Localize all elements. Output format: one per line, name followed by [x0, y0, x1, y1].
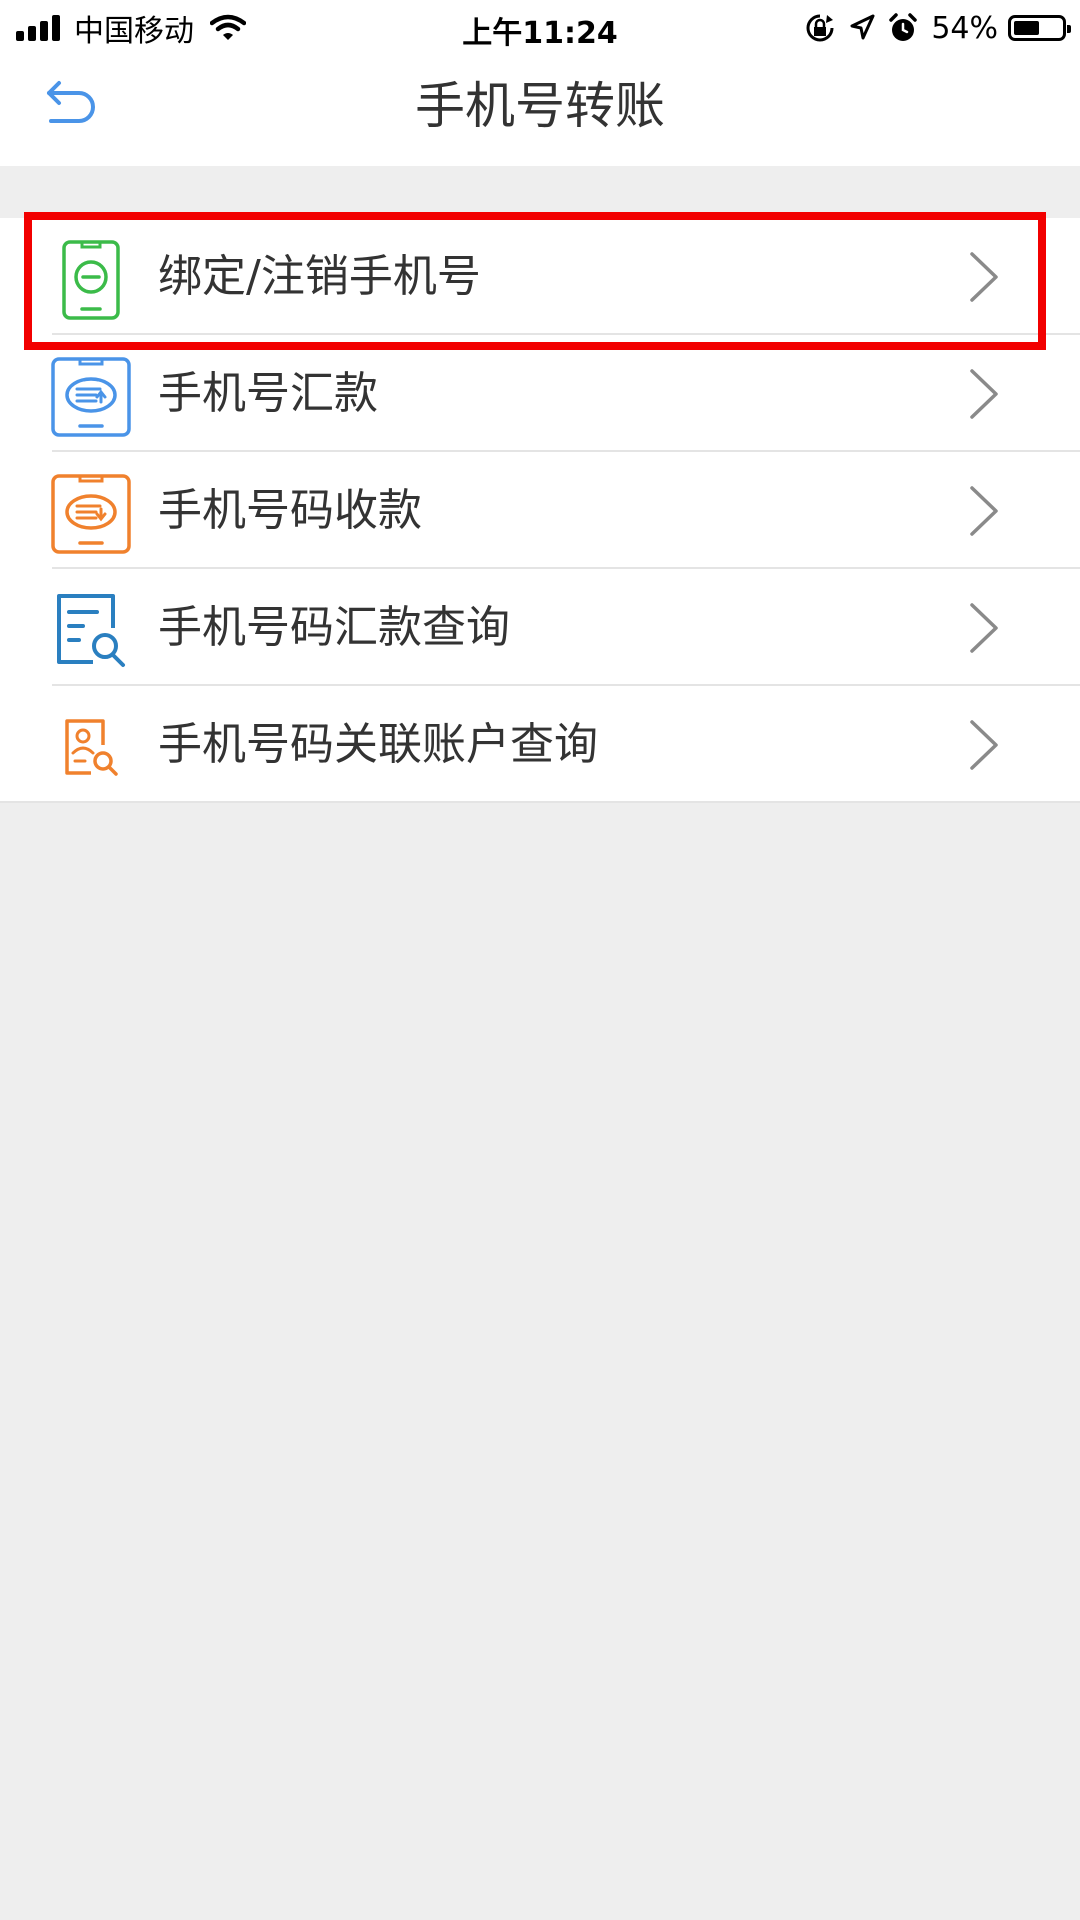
menu-item-label: 绑定/注销手机号 [158, 251, 481, 302]
page-title: 手机号转账 [415, 77, 665, 135]
menu-item-label: 手机号码收款 [158, 485, 422, 536]
chevron-right-icon [970, 252, 998, 302]
menu-item-bind-phone[interactable]: 绑定/注销手机号 [0, 218, 1080, 335]
status-bar: 中国移动 上午11:24 54% [0, 0, 1080, 54]
account-search-icon [48, 705, 134, 791]
orientation-lock-icon [806, 14, 834, 42]
chevron-right-icon [970, 369, 998, 419]
location-icon [850, 14, 875, 40]
phone-receive-icon [48, 471, 134, 557]
menu-item-label: 手机号码汇款查询 [158, 602, 510, 653]
battery-cap [1067, 25, 1071, 33]
status-right: 54% [805, 8, 1071, 48]
menu-item-phone-remit[interactable]: 手机号汇款 [0, 335, 1080, 452]
chevron-right-icon [970, 603, 998, 653]
chevron-right-icon [970, 486, 998, 536]
alarm-icon [889, 13, 918, 41]
document-search-icon [48, 588, 134, 674]
phone-remit-icon [48, 354, 134, 440]
menu-item-remit-query[interactable]: 手机号码汇款查询 [0, 569, 1080, 686]
menu-item-phone-receive[interactable]: 手机号码收款 [0, 452, 1080, 569]
menu-item-label: 手机号汇款 [158, 368, 378, 419]
battery-icon [1008, 15, 1071, 41]
menu-list: 绑定/注销手机号 手机号汇款 手机号码收款 手机号码汇款查询 手机号码关联账户查… [0, 218, 1080, 803]
battery-percent: 54% [931, 10, 998, 46]
menu-item-label: 手机号码关联账户查询 [158, 719, 598, 770]
divider [0, 801, 1080, 803]
battery-fill [1014, 21, 1039, 35]
nav-bar: 手机号转账 [0, 54, 1080, 166]
phone-bind-icon [48, 237, 134, 323]
menu-item-linked-account-query[interactable]: 手机号码关联账户查询 [0, 686, 1080, 803]
chevron-right-icon [970, 720, 998, 770]
